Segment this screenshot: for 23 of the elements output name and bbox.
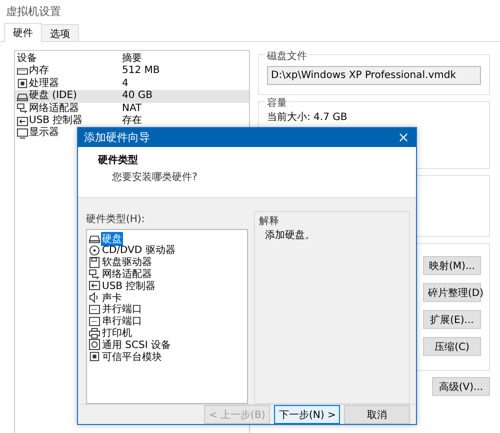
group-title: 解释	[257, 214, 281, 228]
device-summary: 存在	[122, 114, 142, 128]
group-title: 磁盘文件	[265, 49, 309, 63]
dialog-title: 添加硬件向导	[84, 130, 150, 146]
column-header: 设备	[17, 53, 38, 64]
device-name: 内存	[29, 65, 49, 78]
device-name: 处理器	[29, 78, 59, 90]
step-heading: 硬件类型	[98, 154, 139, 168]
device-name: 显示器	[29, 127, 59, 140]
device-summary: 512 MB	[122, 65, 160, 78]
column-header: 摘要	[122, 53, 142, 66]
device-summary: 4	[122, 78, 128, 90]
device-summary: 40 GB	[122, 90, 153, 103]
device-name: USB 控制器	[29, 114, 83, 127]
device-name: 硬盘 (IDE)	[29, 90, 77, 102]
window-title: 虚拟机设置	[6, 4, 61, 18]
list-label: 硬件类型(H):	[86, 212, 146, 226]
device-summary: NAT	[122, 102, 142, 115]
device-name: 网络适配器	[29, 102, 79, 114]
group-title: 容量	[265, 96, 289, 110]
current-size-text: 当前大小: 4.7 GB	[267, 110, 348, 124]
explanation-text: 添加硬盘。	[264, 228, 316, 242]
step-subheading: 您要安装哪类硬件?	[111, 170, 198, 184]
